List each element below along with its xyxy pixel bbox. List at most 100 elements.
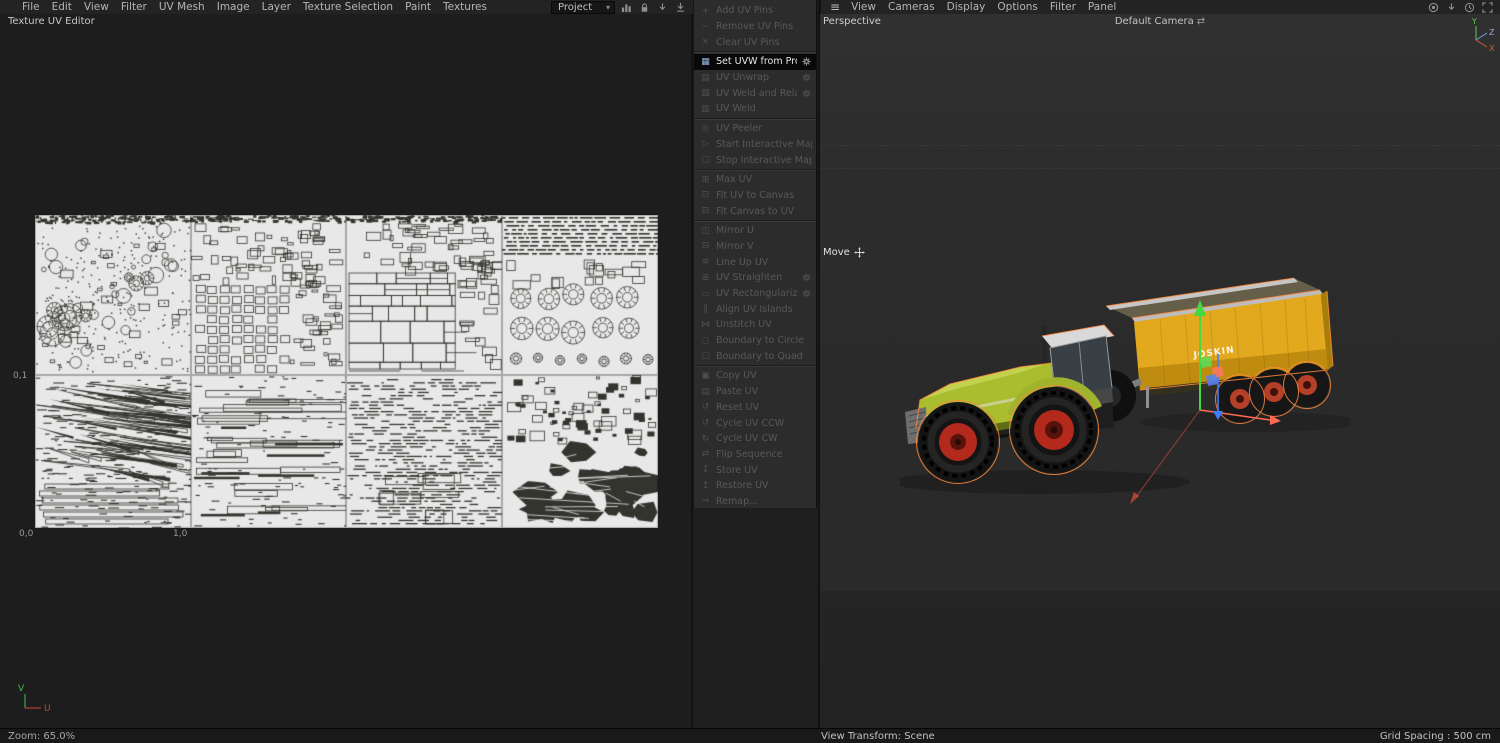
uv-panel-item-cycle-uv-ccw[interactable]: ↺ Cycle UV CCW <box>694 415 816 431</box>
uv-panel-item-uv-straighten[interactable]: ≣ UV Straighten <box>694 270 816 286</box>
uv-coord-00: 0,0 <box>19 529 34 539</box>
uv-panel-item-label: Cycle UV CCW <box>716 417 785 429</box>
unstitch-icon: ⋈ <box>701 319 710 330</box>
uv-canvas[interactable] <box>35 215 658 528</box>
uv-panel-item-uv-unwrap[interactable]: ▤ UV Unwrap <box>694 70 816 86</box>
uv-panel-item-fit-uv-to-canvas[interactable]: ⊡ Fit UV to Canvas <box>694 188 816 204</box>
vp-menu-options[interactable]: Options <box>991 1 1044 13</box>
uv-panel-item-stop-interactive-mapping[interactable]: □ Stop Interactive Mapping <box>694 152 816 168</box>
chevron-down-icon: ▾ <box>605 2 610 12</box>
arrow-down-icon[interactable] <box>1445 1 1458 13</box>
uv-panel-item-label: Add UV Pins <box>716 5 774 17</box>
uv-panel-item-clear-uv-pins[interactable]: × Clear UV Pins <box>694 34 816 50</box>
vehicle-model[interactable]: JOSKIN <box>900 270 1350 530</box>
menu-uv-mesh[interactable]: UV Mesh <box>153 1 211 13</box>
menu-edit[interactable]: Edit <box>46 1 78 13</box>
history-icon[interactable] <box>1463 1 1476 13</box>
hamburger-icon[interactable]: ≡ <box>825 0 845 14</box>
uv-panel-item-add-uv-pins[interactable]: + Add UV Pins <box>694 3 816 19</box>
uv-panel-item-label: Max UV <box>716 174 753 186</box>
uv-panel-item-label: Stop Interactive Mapping <box>716 154 812 166</box>
uv-panel-item-mirror-u[interactable]: ◫ Mirror U <box>694 223 816 239</box>
panel-separator <box>694 219 816 223</box>
pane-divider[interactable] <box>818 0 820 743</box>
menu-view[interactable]: View <box>78 1 115 13</box>
uv-panel-item-max-uv[interactable]: ⊞ Max UV <box>694 172 816 188</box>
menu-file[interactable]: File <box>16 1 46 13</box>
histogram-icon[interactable] <box>620 1 633 13</box>
unwrap-icon: ▤ <box>701 72 710 83</box>
arrow-down-icon[interactable] <box>656 1 669 13</box>
import-icon[interactable] <box>674 1 687 13</box>
uv-panel-item-remap[interactable]: → Remap... <box>694 494 816 510</box>
uv-panel-item-label: Remap... <box>716 495 759 507</box>
uv-panel-item-paste-uv[interactable]: ▤ Paste UV <box>694 384 816 400</box>
menu-filter[interactable]: Filter <box>115 1 153 13</box>
ccw-icon: ↺ <box>701 418 710 429</box>
uv-panel-item-uv-weld[interactable]: ▥ UV Weld <box>694 101 816 117</box>
uv-panel-item-remove-uv-pins[interactable]: − Remove UV Pins <box>694 19 816 35</box>
uv-panel-item-label: Align UV Islands <box>716 303 793 315</box>
uv-panel-item-mirror-v[interactable]: ⊟ Mirror V <box>694 239 816 255</box>
weld-relax-icon: ▧ <box>701 88 710 99</box>
gear-icon[interactable] <box>802 289 812 298</box>
viewport-3d[interactable]: Perspective Default Camera⇄ Move Y Z X <box>820 0 1500 730</box>
u-axis-label: U <box>44 704 51 714</box>
vp-menu-filter[interactable]: Filter <box>1044 1 1082 13</box>
panel-separator <box>694 117 816 121</box>
uv-panel-item-fit-canvas-to-uv[interactable]: ⊟ Fit Canvas to UV <box>694 203 816 219</box>
vp-menu-cameras[interactable]: Cameras <box>882 1 941 13</box>
uv-panel-item-unstitch-uv[interactable]: ⋈ Unstitch UV <box>694 317 816 333</box>
uv-panel-item-uv-weld-and-relax[interactable]: ▧ UV Weld and Relax <box>694 85 816 101</box>
tractor[interactable] <box>905 325 1136 482</box>
align-icon: ∥ <box>703 304 708 315</box>
gear-icon[interactable] <box>802 273 812 282</box>
stop-icon: □ <box>701 155 710 166</box>
uv-panel-item-line-up-uv[interactable]: ≡ Line Up UV <box>694 254 816 270</box>
menu-paint[interactable]: Paint <box>399 1 437 13</box>
uv-panel-item-cycle-uv-cw[interactable]: ↻ Cycle UV CW <box>694 431 816 447</box>
menu-layer[interactable]: Layer <box>256 1 297 13</box>
uv-panel-item-label: Paste UV <box>716 386 759 398</box>
mirror-v-icon: ⊟ <box>701 241 710 252</box>
straighten-icon: ≣ <box>701 272 710 283</box>
lock-icon[interactable] <box>638 1 651 13</box>
project-dropdown[interactable]: Project ▾ <box>551 0 615 14</box>
menu-image[interactable]: Image <box>211 1 256 13</box>
vp-menu-panel[interactable]: Panel <box>1082 1 1122 13</box>
uv-panel-item-label: Reset UV <box>716 401 760 413</box>
camera-swap-icon[interactable]: ⇄ <box>1197 16 1205 27</box>
uv-panel-item-store-uv[interactable]: ↧ Store UV <box>694 462 816 478</box>
viewport-camera-name[interactable]: Default Camera ⇄ <box>820 16 1500 27</box>
uv-panel-item-flip-sequence[interactable]: ⇄ Flip Sequence <box>694 447 816 463</box>
uv-panel-item-label: Mirror V <box>716 240 754 252</box>
uv-panel-item-label: Set UVW from Projection <box>716 56 797 68</box>
render-icon[interactable] <box>1427 1 1440 13</box>
uv-panel-item-restore-uv[interactable]: ↥ Restore UV <box>694 478 816 494</box>
gear-icon[interactable] <box>802 73 812 82</box>
uv-panel-item-boundary-to-quad[interactable]: ▢ Boundary to Quad <box>694 348 816 364</box>
pin-add-icon: + <box>701 5 710 16</box>
trailer[interactable]: JOSKIN <box>1106 278 1333 422</box>
weld-icon: ▥ <box>701 103 710 114</box>
uv-panel-item-uv-rectangularize[interactable]: ▭ UV Rectangularize <box>694 286 816 302</box>
uv-panel-item-label: Flip Sequence <box>716 448 783 460</box>
uv-panel-item-set-uvw-from-projection[interactable]: ▦ Set UVW from Projection <box>694 54 816 70</box>
vp-menu-display[interactable]: Display <box>941 1 992 13</box>
gear-icon[interactable] <box>802 89 812 98</box>
menu-texture-selection[interactable]: Texture Selection <box>297 1 399 13</box>
gear-icon[interactable] <box>802 57 812 66</box>
vp-menu-view[interactable]: View <box>845 1 882 13</box>
uv-panel-item-align-uv-islands[interactable]: ∥ Align UV Islands <box>694 301 816 317</box>
uv-panel-item-copy-uv[interactable]: ▣ Copy UV <box>694 368 816 384</box>
view-transform-status: View Transform: Scene <box>821 730 935 742</box>
menu-textures[interactable]: Textures <box>437 1 493 13</box>
uv-commands-list: + Add UV Pins − Remove UV Pins × Clear UV Pin… <box>694 3 816 509</box>
uv-panel-item-label: Fit UV to Canvas <box>716 189 795 201</box>
uv-panel-item-reset-uv[interactable]: ↺ Reset UV <box>694 400 816 416</box>
uv-panel-item-start-interactive-mapping[interactable]: ▷ Start Interactive Mapping <box>694 137 816 153</box>
uv-panel-item-uv-peeler[interactable]: ◎ UV Peeler <box>694 121 816 137</box>
uv-panel-item-boundary-to-circle[interactable]: ○ Boundary to Circle <box>694 333 816 349</box>
layout-frame-icon[interactable] <box>1481 1 1494 13</box>
uv-panel-item-label: Unstitch UV <box>716 319 772 331</box>
